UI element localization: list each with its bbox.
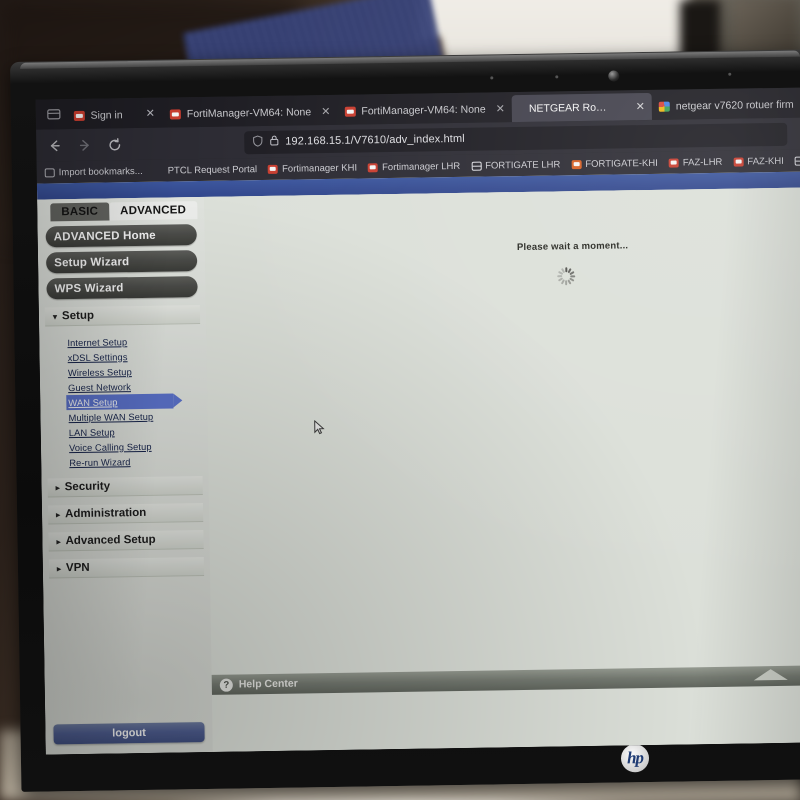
collapse-arrow-icon[interactable] <box>753 668 788 681</box>
sidebar-section-security[interactable]: ▸ Security <box>47 476 203 498</box>
google-icon <box>658 101 670 112</box>
fortigate-icon <box>571 159 582 169</box>
sidebar-section-vpn[interactable]: ▸ VPN <box>48 557 205 579</box>
chevron-down-icon: ▾ <box>52 311 58 321</box>
setup-wizard-button[interactable]: Setup Wizard <box>45 250 198 274</box>
bookmark-label: FAZ-KHI <box>747 155 784 167</box>
room-background-lamp <box>735 0 795 52</box>
chevron-right-icon: ▸ <box>56 509 61 519</box>
laptop-screen: Sign in ✕ FortiManager-VM64: None ✕ Fort… <box>35 87 800 755</box>
tab-close-icon-1[interactable]: ✕ <box>321 105 330 118</box>
bezel-dot <box>555 75 559 79</box>
reload-button[interactable] <box>104 134 124 154</box>
setup-submenu: Internet Setup xDSL Settings Wireless Se… <box>39 333 208 471</box>
bookmark-label: FORTIGATE LHR <box>485 158 561 172</box>
advanced-home-button[interactable]: ADVANCED Home <box>45 224 197 248</box>
list-all-tabs-icon[interactable] <box>46 101 63 127</box>
chevron-right-icon: ▸ <box>56 536 61 546</box>
fortinet-icon <box>73 110 85 121</box>
section-label: Security <box>64 480 111 494</box>
chevron-right-icon: ▸ <box>56 563 62 573</box>
bookmark-label: PTCL Request Portal <box>167 163 258 177</box>
bookmark-label: Fortimanager LHR <box>381 160 461 173</box>
fortinet-icon <box>169 108 181 119</box>
bookmark-fortigate-khi[interactable]: FORTIGATE-KHI <box>571 157 658 169</box>
sidebar-item-wan-setup[interactable]: WAN Setup <box>66 393 174 411</box>
sidebar-section-setup[interactable]: ▾ Setup <box>44 305 201 327</box>
section-label: Advanced Setup <box>65 533 156 548</box>
forward-button[interactable] <box>74 135 94 155</box>
router-content-panel: Please wait a moment... ? Help Center <box>204 187 800 752</box>
wps-wizard-button[interactable]: WPS Wizard <box>46 276 198 300</box>
tab-close-icon-0[interactable]: ✕ <box>146 107 155 120</box>
section-label: Administration <box>65 506 147 521</box>
laptop-device: hp Sign in ✕ FortiManager-VM64: None ✕ F… <box>10 49 800 800</box>
browser-tab-3-active[interactable]: NETGEAR Router V7610 ✕ <box>511 92 653 123</box>
bezel-dot <box>490 76 494 80</box>
tab-close-icon-3[interactable]: ✕ <box>636 100 645 113</box>
tab-advanced[interactable]: ADVANCED <box>108 201 198 221</box>
bookmark-faz-khi[interactable]: FAZ-KHI <box>733 155 784 167</box>
help-center-bar[interactable]: ? Help Center <box>211 665 800 695</box>
bookmark-fortimanager-lhr[interactable]: Fortimanager LHR <box>367 160 461 173</box>
bookmark-fortimanager-khi[interactable]: Fortimanager KHI <box>268 162 357 174</box>
import-icon <box>45 168 55 177</box>
browser-tab-0[interactable]: Sign in <box>66 101 130 129</box>
tab-title: netgear v7620 rotuer firm <box>675 98 794 113</box>
address-bar[interactable]: 192.168.15.1/V7610/adv_index.html <box>244 122 788 154</box>
help-center-label: Help Center <box>238 677 298 691</box>
bookmark-label: Fortimanager KHI <box>281 162 358 175</box>
section-label: VPN <box>65 561 90 575</box>
tab-title: FortiManager-VM64: None <box>361 103 486 117</box>
browser-tab-1[interactable]: FortiManager-VM64: None ✕ <box>163 98 338 128</box>
fortinet-icon <box>668 158 679 168</box>
router-sidebar: BASIC ADVANCED ADVANCED Home Setup Wizar… <box>37 196 213 755</box>
tab-title: NETGEAR Router V7610 <box>528 101 608 115</box>
bookmark-import[interactable]: Import bookmarks... <box>45 165 143 178</box>
sidebar-section-advanced-setup[interactable]: ▸ Advanced Setup <box>48 530 204 552</box>
back-button[interactable] <box>44 135 64 155</box>
browser-tab-4[interactable]: netgear v7620 rotuer firm <box>652 91 800 120</box>
bookmark-label: FAZ-LHR <box>682 156 723 168</box>
fortinet-icon <box>268 164 279 174</box>
sidebar-section-administration[interactable]: ▸ Administration <box>47 503 204 525</box>
logout-area: logout <box>53 722 205 745</box>
photo-background: hp Sign in ✕ FortiManager-VM64: None ✕ F… <box>0 0 800 800</box>
bookmark-label: Import bookmarks... <box>58 165 143 178</box>
help-question-icon: ? <box>219 678 233 692</box>
bookmark-ptcl[interactable]: PTCL Request Portal <box>168 164 258 176</box>
bookmark-faz-lhr[interactable]: FAZ-LHR <box>668 156 723 168</box>
tab-title: FortiManager-VM64: None <box>186 105 312 120</box>
sidebar-item-guest-network[interactable]: Guest Network <box>66 378 207 395</box>
globe-icon <box>794 156 800 166</box>
shield-icon <box>252 135 263 150</box>
router-body: BASIC ADVANCED ADVANCED Home Setup Wizar… <box>37 187 800 755</box>
fortinet-icon <box>344 106 356 117</box>
mouse-cursor <box>314 419 325 435</box>
tab-title: Sign in <box>90 108 123 122</box>
router-mode-tabs: BASIC ADVANCED <box>37 197 204 222</box>
chevron-right-icon: ▸ <box>55 482 60 492</box>
section-label: Setup <box>61 309 95 323</box>
bezel-dot <box>728 72 732 76</box>
globe-icon <box>471 161 482 171</box>
loading-spinner <box>557 267 576 286</box>
logout-button[interactable]: logout <box>53 722 205 745</box>
browser-tab-2[interactable]: FortiManager-VM64: None ✕ <box>337 95 512 125</box>
tab-close-icon-2[interactable]: ✕ <box>496 102 505 115</box>
bookmark-fortigate-lhr[interactable]: FORTIGATE LHR <box>471 159 560 171</box>
router-admin-page: BASIC ADVANCED ADVANCED Home Setup Wizar… <box>36 171 800 755</box>
wait-message: Please wait a moment... <box>516 240 629 254</box>
lock-icon <box>269 135 279 149</box>
fortinet-icon <box>367 162 379 172</box>
bookmark-label: FORTIGATE-KHI <box>585 157 658 170</box>
tab-basic[interactable]: BASIC <box>50 202 110 222</box>
url-text: 192.168.15.1/V7610/adv_index.html <box>285 132 465 148</box>
sidebar-item-re-run-wizard[interactable]: Re-run Wizard <box>67 453 208 470</box>
bookmark-index-downloads[interactable]: Index of /downlo <box>794 154 800 166</box>
fortinet-icon <box>733 156 744 167</box>
